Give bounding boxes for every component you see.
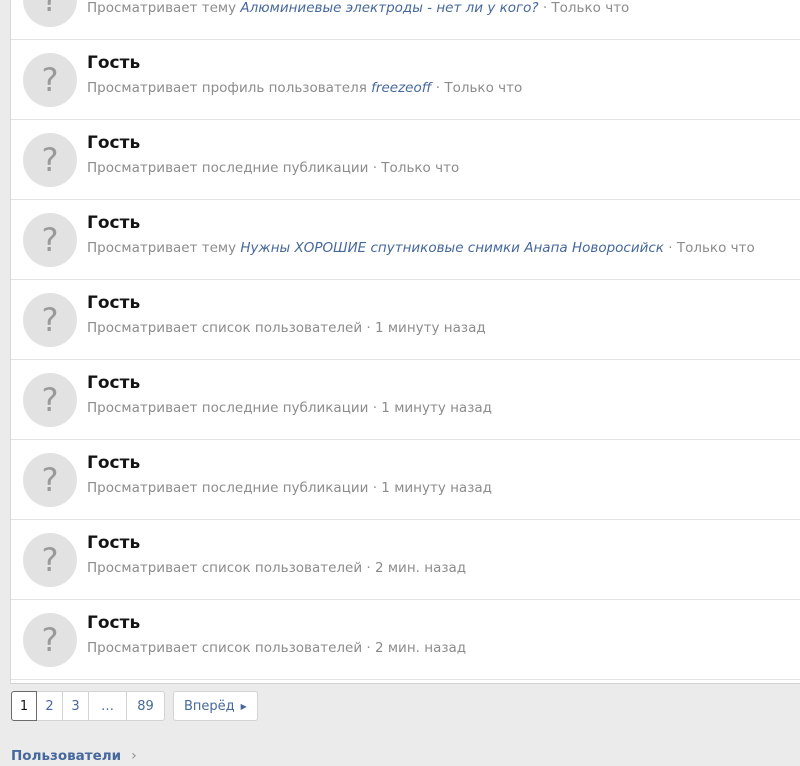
visitor-activity: Просматривает список пользователей · 2 м… (87, 560, 466, 576)
question-mark-icon: ? (41, 381, 59, 419)
list-item: ? Гость Просматривает последние публикац… (11, 440, 800, 520)
avatar[interactable]: ? (23, 213, 77, 267)
next-page-button[interactable]: Вперёд ▶ (173, 691, 258, 721)
visitor-name[interactable]: Гость (87, 133, 140, 153)
visitor-name[interactable]: Гость (87, 213, 140, 233)
page-link-last[interactable]: 89 (127, 691, 165, 721)
activity-text: Просматривает список пользователей · 2 м… (87, 640, 467, 656)
list-item: ? Гость Просматривает последние публикац… (11, 120, 800, 200)
visitor-name[interactable]: Гость (87, 453, 140, 473)
activity-text: Просматривает профиль пользователя (87, 80, 372, 96)
question-mark-icon: ? (41, 301, 59, 339)
avatar[interactable]: ? (23, 613, 77, 667)
page-link[interactable]: 2 (37, 691, 63, 721)
avatar[interactable]: ? (23, 133, 77, 187)
avatar[interactable]: ? (23, 293, 77, 347)
visitor-activity: Просматривает тему Алюминиевые электроды… (87, 0, 629, 16)
breadcrumb-link-members[interactable]: Пользователи (11, 748, 121, 764)
activity-text: Просматривает последние публикации · 1 м… (87, 400, 492, 416)
visitor-activity: Просматривает последние публикации · 1 м… (87, 480, 492, 496)
list-item: ? Гость Просматривает профиль пользовате… (11, 40, 800, 120)
question-mark-icon: ? (41, 61, 59, 99)
current-visitors-panel: ? Просматривает тему Алюминиевые электро… (10, 0, 800, 684)
list-item: ? Гость Просматривает список пользовател… (11, 600, 800, 680)
question-mark-icon: ? (41, 461, 59, 499)
question-mark-icon: ? (41, 621, 59, 659)
visitor-activity: Просматривает последние публикации · 1 м… (87, 400, 492, 416)
question-mark-icon: ? (41, 0, 59, 19)
activity-link[interactable]: Алюминиевые электроды - нет ли у кого? (240, 0, 538, 16)
visitor-activity: Просматривает список пользователей · 2 м… (87, 640, 466, 656)
avatar[interactable]: ? (23, 533, 77, 587)
visitor-name[interactable]: Гость (87, 613, 140, 633)
list-item: ? Гость Просматривает список пользовател… (11, 520, 800, 600)
visitor-name[interactable]: Гость (87, 373, 140, 393)
page-link[interactable]: 3 (63, 691, 89, 721)
avatar[interactable]: ? (23, 53, 77, 107)
avatar[interactable]: ? (23, 373, 77, 427)
activity-link[interactable]: Нужны ХОРОШИЕ спутниковые снимки Анапа Н… (240, 240, 664, 256)
activity-text: Просматривает последние публикации · Тол… (87, 160, 460, 176)
list-item: ? Гость Просматривает тему Нужны ХОРОШИЕ… (11, 200, 800, 280)
visitor-activity: Просматривает список пользователей · 1 м… (87, 320, 486, 336)
breadcrumb: Пользователи › (11, 748, 137, 764)
visitor-activity: Просматривает последние публикации · Тол… (87, 160, 459, 176)
question-mark-icon: ? (41, 221, 59, 259)
avatar[interactable]: ? (23, 0, 77, 27)
activity-text: Просматривает список пользователей · 2 м… (87, 560, 467, 576)
next-page-label: Вперёд (184, 698, 235, 714)
activity-link[interactable]: freezeoff (371, 80, 431, 96)
list-item: ? Просматривает тему Алюминиевые электро… (11, 0, 800, 40)
list-item: ? Гость Просматривает последние публикац… (11, 360, 800, 440)
activity-text: Просматривает последние публикации · 1 м… (87, 480, 492, 496)
page-jump-ellipsis[interactable]: … (89, 691, 127, 721)
activity-time: · Только что (663, 240, 755, 256)
activity-text: Просматривает тему (87, 240, 241, 256)
visitor-name[interactable]: Гость (87, 293, 140, 313)
activity-text: Просматривает список пользователей · 1 м… (87, 320, 486, 336)
list-item: ? Гость Просматривает список пользовател… (11, 280, 800, 360)
activity-time: · Только что (538, 0, 630, 16)
visitor-activity: Просматривает тему Нужны ХОРОШИЕ спутник… (87, 240, 755, 256)
question-mark-icon: ? (41, 541, 59, 579)
chevron-right-icon: › (131, 748, 137, 764)
activity-text: Просматривает тему (87, 0, 241, 16)
caret-right-icon: ▶ (240, 701, 247, 711)
visitor-name[interactable]: Гость (87, 533, 140, 553)
page-link-current[interactable]: 1 (11, 691, 37, 721)
visitor-name[interactable]: Гость (87, 53, 140, 73)
question-mark-icon: ? (41, 141, 59, 179)
pagination: 1 2 3 … 89 Вперёд ▶ (11, 691, 258, 723)
avatar[interactable]: ? (23, 453, 77, 507)
visitor-activity: Просматривает профиль пользователя freez… (87, 80, 522, 96)
activity-time: · Только что (431, 80, 523, 96)
